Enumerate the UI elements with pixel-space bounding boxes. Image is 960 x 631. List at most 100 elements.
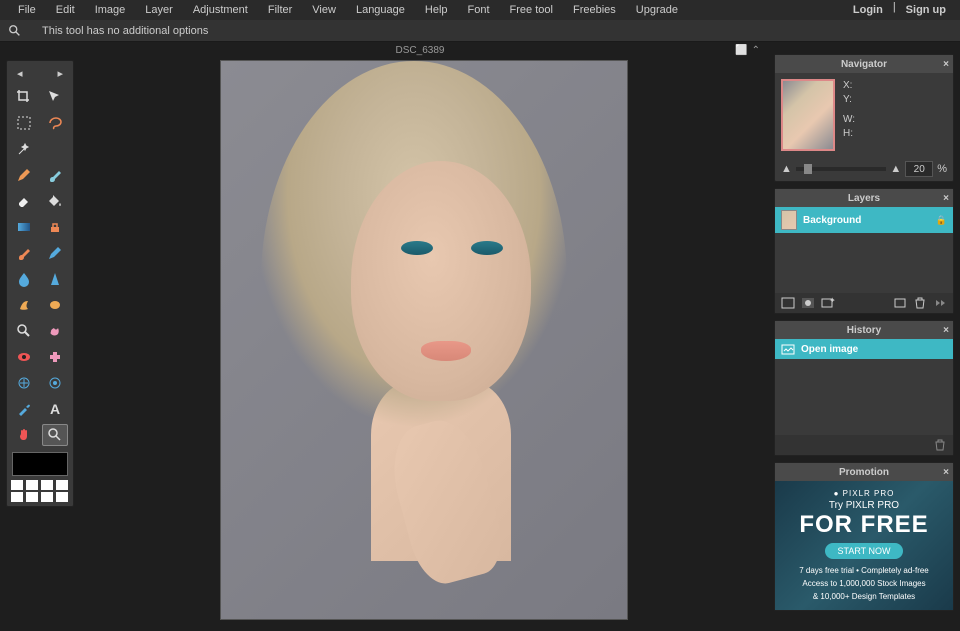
history-header: History ×	[775, 321, 953, 339]
sharpen-tool[interactable]	[42, 268, 68, 290]
lock-icon[interactable]: 🔒	[936, 215, 947, 226]
type-tool[interactable]: A	[42, 398, 68, 420]
spot-heal-tool[interactable]	[42, 346, 68, 368]
menu-adjustment[interactable]: Adjustment	[183, 1, 258, 19]
promotion-body[interactable]: ● PIXLR PRO Try PIXLR PRO FOR FREE START…	[775, 481, 953, 610]
tool-prev-icon[interactable]: ◂	[17, 67, 23, 80]
menu-layer[interactable]: Layer	[135, 1, 183, 19]
navigator-header: Navigator ×	[775, 55, 953, 73]
close-icon[interactable]: ×	[943, 467, 949, 478]
hand-tool[interactable]	[11, 424, 37, 446]
swatch-preset[interactable]	[56, 480, 68, 490]
zoom-out-icon[interactable]: ▲	[781, 163, 792, 175]
swatch-preset[interactable]	[26, 492, 38, 502]
auth-separator: |	[893, 1, 896, 19]
menu-filter[interactable]: Filter	[258, 1, 302, 19]
close-icon[interactable]: ×	[943, 193, 949, 204]
move-tool[interactable]	[42, 86, 68, 108]
history-title: History	[847, 325, 881, 336]
history-item[interactable]: Open image	[775, 339, 953, 359]
paint-bucket-tool[interactable]	[42, 190, 68, 212]
blur-tool[interactable]	[11, 268, 37, 290]
swatch-preset[interactable]	[11, 480, 23, 490]
canvas-image	[221, 61, 627, 619]
delete-layer-icon[interactable]	[913, 297, 927, 309]
navigator-thumbnail[interactable]	[781, 79, 835, 151]
dodge-tool[interactable]	[11, 320, 37, 342]
wand-tool[interactable]	[11, 138, 37, 160]
crop-tool[interactable]	[11, 86, 37, 108]
color-swatch[interactable]	[12, 452, 68, 476]
brush-tool[interactable]	[42, 164, 68, 186]
layer-settings-icon[interactable]	[781, 297, 795, 309]
zoom-input[interactable]	[905, 161, 933, 177]
canvas[interactable]	[220, 60, 628, 620]
start-now-button[interactable]: START NOW	[825, 543, 902, 559]
menu-image[interactable]: Image	[85, 1, 136, 19]
color-replace-tool[interactable]	[11, 242, 37, 264]
swatch-preset[interactable]	[41, 480, 53, 490]
swatch-preset[interactable]	[26, 480, 38, 490]
promo-line2: Access to 1,000,000 Stock Images	[783, 578, 945, 589]
promo-line1: 7 days free trial • Completely ad-free	[783, 565, 945, 576]
navigator-panel: Navigator × X: Y: W: H: ▲ ▲ %	[774, 54, 954, 182]
promo-line3: & 10,000+ Design Templates	[783, 591, 945, 602]
layer-more-icon[interactable]	[933, 297, 947, 309]
bloat-tool[interactable]	[11, 372, 37, 394]
menu-font[interactable]: Font	[458, 1, 500, 19]
zoom-tool[interactable]	[42, 424, 68, 446]
menu-freetool[interactable]: Free tool	[500, 1, 563, 19]
promo-try-text: Try PIXLR PRO	[783, 500, 945, 511]
menu-left: File Edit Image Layer Adjustment Filter …	[8, 1, 688, 19]
menu-edit[interactable]: Edit	[46, 1, 85, 19]
pencil-tool[interactable]	[11, 164, 37, 186]
layer-style-icon[interactable]: ✦	[821, 297, 835, 309]
layers-title: Layers	[848, 193, 880, 204]
eraser-tool[interactable]	[11, 190, 37, 212]
new-layer-icon[interactable]	[893, 297, 907, 309]
swatch-preset[interactable]	[11, 492, 23, 502]
open-image-icon	[781, 343, 795, 355]
menu-freebies[interactable]: Freebies	[563, 1, 626, 19]
delete-history-icon[interactable]	[933, 439, 947, 451]
layer-mask-icon[interactable]	[801, 297, 815, 309]
menu-upgrade[interactable]: Upgrade	[626, 1, 688, 19]
zoom-in-icon[interactable]: ▲	[890, 163, 901, 175]
pinch-tool[interactable]	[42, 372, 68, 394]
nav-y-label: Y:	[843, 93, 855, 107]
menu-file[interactable]: File	[8, 1, 46, 19]
burn-tool[interactable]	[42, 320, 68, 342]
menu-language[interactable]: Language	[346, 1, 415, 19]
menu-view[interactable]: View	[302, 1, 346, 19]
signup-link[interactable]: Sign up	[900, 1, 952, 19]
red-eye-tool[interactable]	[11, 346, 37, 368]
colorpicker-tool[interactable]	[11, 398, 37, 420]
history-panel: History × Open image	[774, 320, 954, 456]
right-panels: Navigator × X: Y: W: H: ▲ ▲ %	[774, 42, 960, 631]
zoom-slider[interactable]	[796, 167, 886, 171]
lasso-tool[interactable]	[42, 112, 68, 134]
marquee-tool[interactable]	[11, 112, 37, 134]
sponge-tool[interactable]	[42, 294, 68, 316]
promotion-header: Promotion ×	[775, 463, 953, 481]
close-icon[interactable]: ×	[943, 325, 949, 336]
svg-text:A: A	[50, 401, 60, 417]
close-icon[interactable]: ×	[943, 59, 949, 70]
zoom-tool-icon	[8, 24, 22, 38]
menu-help[interactable]: Help	[415, 1, 458, 19]
swatch-presets	[11, 480, 69, 502]
tool-next-icon[interactable]: ▸	[57, 67, 63, 80]
layer-item[interactable]: Background 🔒	[775, 207, 953, 233]
promo-free-text: FOR FREE	[783, 511, 945, 539]
empty-tool	[42, 138, 68, 160]
options-bar: This tool has no additional options	[0, 20, 960, 42]
login-link[interactable]: Login	[847, 1, 889, 19]
gradient-tool[interactable]	[11, 216, 37, 238]
swatch-preset[interactable]	[41, 492, 53, 502]
canvas-area	[74, 42, 774, 631]
smudge-tool[interactable]	[11, 294, 37, 316]
swatch-preset[interactable]	[56, 492, 68, 502]
clone-stamp-tool[interactable]	[42, 216, 68, 238]
navigator-info: X: Y: W: H:	[843, 79, 855, 151]
drawing-tool[interactable]	[42, 242, 68, 264]
